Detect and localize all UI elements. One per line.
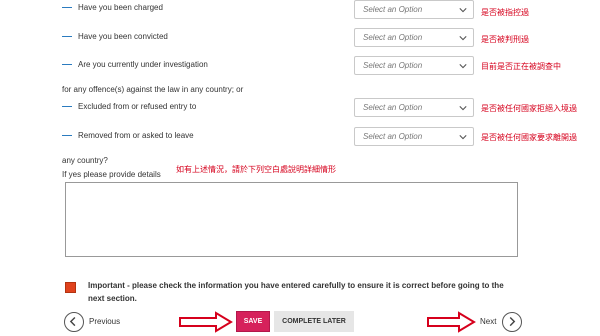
question-label: Removed from or asked to leave [78, 131, 194, 140]
annotation-charged: 是否被指控過 [481, 8, 529, 17]
question-excluded: Excluded from or refused entry to [62, 102, 196, 111]
arrow-right-annotation-icon [427, 311, 476, 333]
select-placeholder: Select an Option [363, 103, 423, 112]
previous-button[interactable] [64, 312, 84, 332]
next-label[interactable]: Next [480, 317, 496, 326]
charged-select[interactable]: Select an Option [354, 0, 474, 19]
investigation-select[interactable]: Select an Option [354, 56, 474, 75]
if-yes-label: If yes please provide details [62, 170, 161, 179]
offences-intro: for any offence(s) against the law in an… [62, 85, 244, 94]
question-convicted: Have you been convicted [62, 32, 168, 41]
excluded-select[interactable]: Select an Option [354, 98, 474, 117]
dash-marker [62, 7, 72, 8]
convicted-select[interactable]: Select an Option [354, 28, 474, 47]
chevron-down-icon [459, 135, 467, 140]
complete-later-button[interactable]: COMPLETE LATER [274, 311, 354, 332]
annotation-details: 如有上述情況，請於下列空白處說明詳細情形 [176, 165, 336, 174]
question-investigation: Are you currently under investigation [62, 60, 208, 69]
annotation-convicted: 是否被判刑過 [481, 35, 529, 44]
next-button[interactable] [502, 312, 522, 332]
chevron-right-icon [509, 316, 516, 327]
dash-marker [62, 106, 72, 107]
chevron-down-icon [459, 64, 467, 69]
question-label: Are you currently under investigation [78, 60, 208, 69]
annotation-investigation: 目前是否正在被調查中 [481, 62, 561, 71]
previous-label[interactable]: Previous [89, 317, 120, 326]
select-placeholder: Select an Option [363, 5, 423, 14]
details-textarea[interactable] [65, 182, 518, 257]
annotation-excluded: 是否被任何國家拒絕入境過 [481, 104, 577, 113]
question-label: Have you been convicted [78, 32, 168, 41]
dash-marker [62, 64, 72, 65]
dash-marker [62, 135, 72, 136]
chevron-left-icon [69, 316, 76, 327]
select-placeholder: Select an Option [363, 61, 423, 70]
chevron-down-icon [459, 106, 467, 111]
save-button[interactable]: SAVE [236, 311, 270, 332]
dash-marker [62, 36, 72, 37]
question-charged: Have you been charged [62, 3, 163, 12]
select-placeholder: Select an Option [363, 132, 423, 141]
arrow-right-annotation-icon [179, 311, 233, 333]
flag-icon [65, 282, 76, 293]
annotation-removed: 是否被任何國家要求離開過 [481, 133, 577, 142]
question-label: Have you been charged [78, 3, 163, 12]
important-notice: Important - please check the information… [88, 281, 504, 303]
chevron-down-icon [459, 36, 467, 41]
chevron-down-icon [459, 8, 467, 13]
select-placeholder: Select an Option [363, 33, 423, 42]
question-removed: Removed from or asked to leave [62, 131, 194, 140]
removed-select[interactable]: Select an Option [354, 127, 474, 146]
any-country-text: any country? [62, 156, 108, 165]
question-label: Excluded from or refused entry to [78, 102, 197, 111]
